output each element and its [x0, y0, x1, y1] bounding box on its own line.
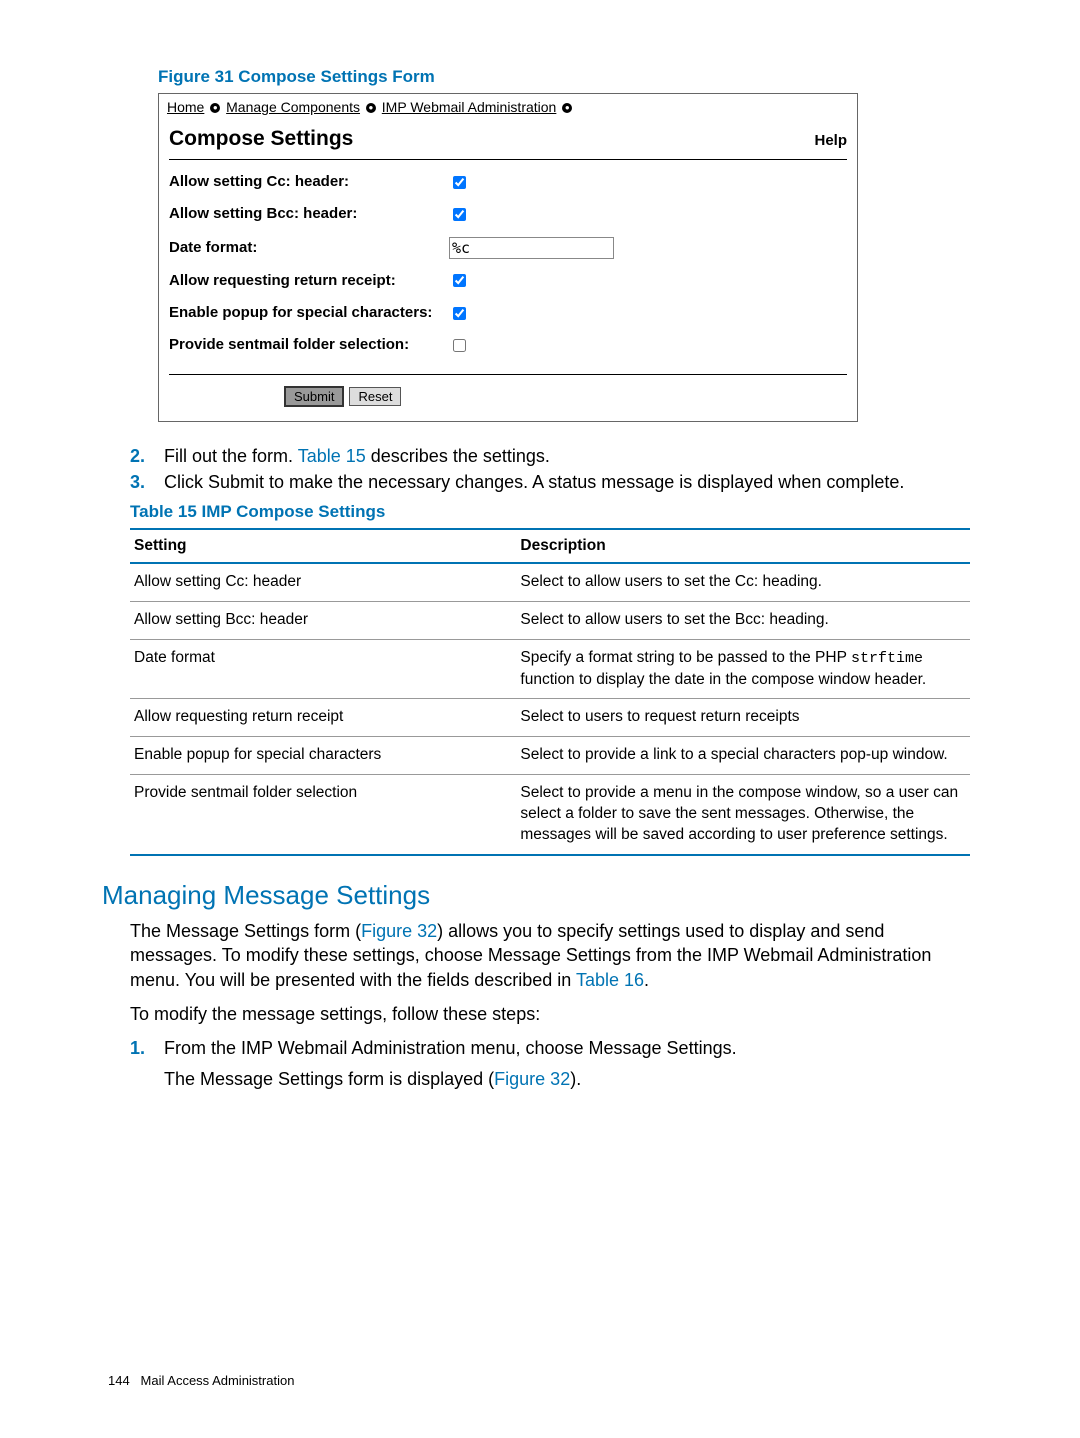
label-return-receipt: Allow requesting return receipt:	[169, 271, 449, 291]
checkbox-return-receipt[interactable]	[453, 274, 466, 287]
step-number: 1.	[130, 1036, 164, 1091]
desc-pre: Specify a format string to be passed to …	[520, 649, 851, 666]
checkbox-cc[interactable]	[453, 176, 466, 189]
bullet-icon: ●	[210, 103, 220, 113]
paragraph: The Message Settings form (Figure 32) al…	[130, 919, 970, 992]
table-row: Date format Specify a format string to b…	[130, 640, 970, 699]
input-date-format[interactable]	[449, 237, 614, 259]
label-sentmail: Provide sentmail folder selection:	[169, 335, 449, 355]
step-line: From the IMP Webmail Administration menu…	[164, 1036, 737, 1060]
label-popup: Enable popup for special characters:	[169, 303, 449, 323]
step-text: Click Submit to make the necessary chang…	[164, 470, 904, 494]
section-heading: Managing Message Settings	[102, 878, 970, 913]
desc-post: function to display the date in the comp…	[520, 671, 926, 688]
figure-32-link[interactable]: Figure 32	[494, 1069, 570, 1089]
cell-setting: Date format	[130, 640, 516, 699]
step-line: The Message Settings form is displayed (…	[164, 1067, 737, 1091]
text: .	[644, 970, 649, 990]
paragraph: To modify the message settings, follow t…	[130, 1002, 970, 1026]
panel-title: Compose Settings	[169, 125, 353, 153]
help-link[interactable]: Help	[814, 131, 847, 151]
breadcrumb-manage[interactable]: Manage Components	[226, 99, 360, 115]
step-number: 3.	[130, 470, 164, 494]
figure-32-link[interactable]: Figure 32	[361, 921, 437, 941]
table-caption: Table 15 IMP Compose Settings	[130, 501, 970, 524]
cell-setting: Enable popup for special characters	[130, 737, 516, 775]
cell-description: Specify a format string to be passed to …	[516, 640, 970, 699]
table-15-link[interactable]: Table 15	[298, 446, 366, 466]
table-row: Allow requesting return receipt Select t…	[130, 699, 970, 737]
label-date-format: Date format:	[169, 238, 449, 258]
text: ).	[570, 1069, 581, 1089]
checkbox-popup[interactable]	[453, 307, 466, 320]
cell-setting: Allow requesting return receipt	[130, 699, 516, 737]
reset-button[interactable]: Reset	[349, 387, 401, 406]
cell-description: Select to provide a link to a special ch…	[516, 737, 970, 775]
checkbox-sentmail[interactable]	[453, 339, 466, 352]
breadcrumb-home[interactable]: Home	[167, 99, 204, 115]
breadcrumb: Home ● Manage Components ● IMP Webmail A…	[159, 94, 857, 117]
code-strftime: strftime	[851, 650, 923, 667]
screenshot-compose-settings: Home ● Manage Components ● IMP Webmail A…	[158, 93, 858, 422]
cell-description: Select to allow users to set the Cc: hea…	[516, 563, 970, 601]
cell-setting: Allow setting Bcc: header	[130, 602, 516, 640]
cell-setting: Allow setting Cc: header	[130, 563, 516, 601]
text: The Message Settings form is displayed (	[164, 1069, 494, 1089]
page-number: 144	[108, 1373, 130, 1388]
step-text-prefix: Fill out the form.	[164, 446, 298, 466]
table-row: Provide sentmail folder selection Select…	[130, 775, 970, 855]
table-row: Allow setting Bcc: header Select to allo…	[130, 602, 970, 640]
text: The Message Settings form (	[130, 921, 361, 941]
th-description: Description	[516, 529, 970, 564]
divider	[169, 374, 847, 375]
table-16-link[interactable]: Table 16	[576, 970, 644, 990]
label-cc: Allow setting Cc: header:	[169, 172, 449, 192]
bullet-icon: ●	[562, 103, 572, 113]
table-row: Allow setting Cc: header Select to allow…	[130, 563, 970, 601]
figure-caption: Figure 31 Compose Settings Form	[158, 66, 970, 89]
breadcrumb-imp[interactable]: IMP Webmail Administration	[382, 99, 557, 115]
step-text: Fill out the form. Table 15 describes th…	[164, 444, 550, 468]
cell-description: Select to users to request return receip…	[516, 699, 970, 737]
steps-list: 2. Fill out the form. Table 15 describes…	[130, 444, 970, 495]
cell-description: Select to provide a menu in the compose …	[516, 775, 970, 855]
footer-title: Mail Access Administration	[141, 1373, 295, 1388]
step-number: 2.	[130, 444, 164, 468]
checkbox-bcc[interactable]	[453, 208, 466, 221]
settings-table: Setting Description Allow setting Cc: he…	[130, 528, 970, 857]
th-setting: Setting	[130, 529, 516, 564]
bullet-icon: ●	[366, 103, 376, 113]
divider	[169, 159, 847, 160]
cell-setting: Provide sentmail folder selection	[130, 775, 516, 855]
label-bcc: Allow setting Bcc: header:	[169, 204, 449, 224]
steps-list-2: 1. From the IMP Webmail Administration m…	[130, 1036, 970, 1091]
step-text: From the IMP Webmail Administration menu…	[164, 1036, 737, 1091]
step-text-suffix: describes the settings.	[366, 446, 550, 466]
submit-button[interactable]: Submit	[284, 386, 344, 407]
table-row: Enable popup for special characters Sele…	[130, 737, 970, 775]
cell-description: Select to allow users to set the Bcc: he…	[516, 602, 970, 640]
page-footer: 144 Mail Access Administration	[108, 1372, 294, 1390]
